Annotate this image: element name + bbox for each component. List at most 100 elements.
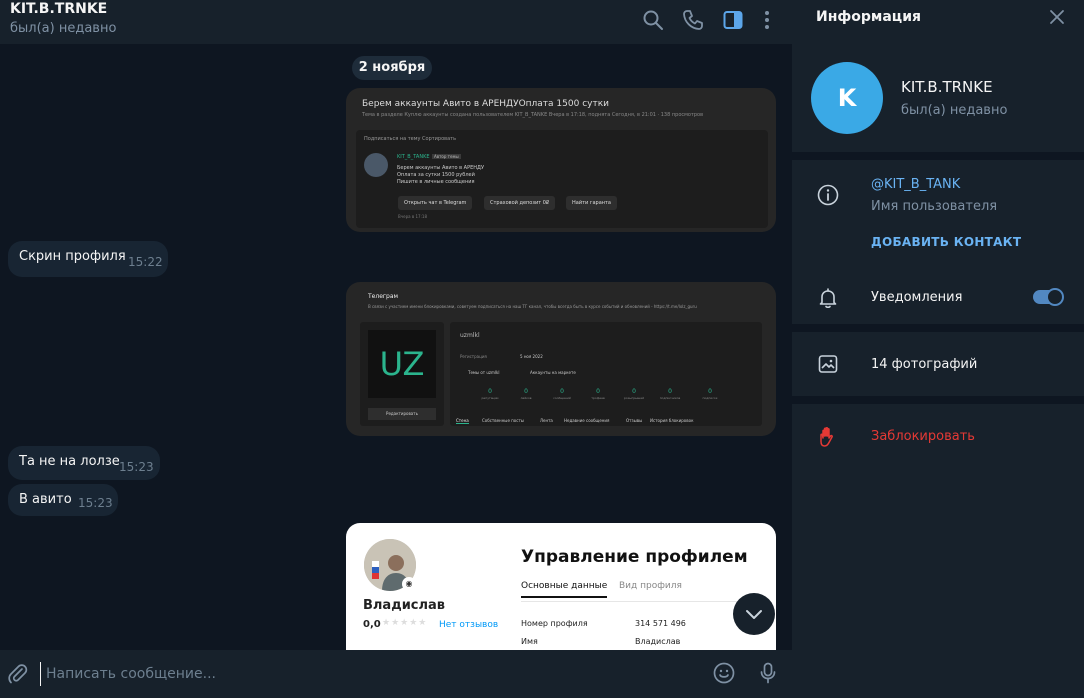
tg-label: Телеграм xyxy=(368,293,399,300)
profile-stat-value: 0 xyxy=(560,388,564,395)
username-link[interactable]: @KIT_B_TANK xyxy=(871,177,960,192)
profile-tab: Лента xyxy=(540,418,553,423)
profile-edit-button: Редактировать xyxy=(368,408,436,420)
sidebar-toggle-icon[interactable] xyxy=(721,8,745,32)
photo-message-profile[interactable]: Телеграм В связи с участием имени блокир… xyxy=(346,282,776,436)
forum-author-avatar xyxy=(364,153,388,177)
phone-icon[interactable] xyxy=(681,8,705,32)
chat-pane: KIT.B.TRNKE был(а) недавно 2 ноября Бере… xyxy=(0,0,792,698)
forum-post-title: Берем аккаунты Авито в АРЕНДУОплата 1500… xyxy=(362,99,609,109)
chat-title: KIT.B.TRNKE xyxy=(10,1,108,17)
contact-status: был(а) недавно xyxy=(901,103,1008,118)
avito-row-label: Имя xyxy=(521,637,538,646)
profile-stat-label: трофеев xyxy=(591,396,605,400)
forum-sort-bar: Подписаться на тему Сортировать xyxy=(364,136,457,142)
forum-author-badge: Автор темы xyxy=(432,154,461,159)
forum-author-name: KIT_B_TANKE xyxy=(397,154,430,160)
chat-status: был(а) недавно xyxy=(10,21,117,36)
avito-rating: 0,0 xyxy=(363,619,381,630)
message-time: 15:22 xyxy=(128,255,163,269)
profile-stat-value: 0 xyxy=(708,388,712,395)
forum-deposit-button: Страховой депозит 0₽ xyxy=(484,196,556,210)
profile-stat-value: 0 xyxy=(632,388,636,395)
hand-stop-icon xyxy=(816,425,840,449)
message-bubble[interactable]: В авито 15:23 xyxy=(8,484,118,516)
forum-post-meta: Тема в разделе Куплю аккаунты создана по… xyxy=(362,112,704,118)
profile-link-themes: Темы от uzmlkl xyxy=(468,370,500,375)
avito-tab-main: Основные данные xyxy=(521,581,608,598)
message-list[interactable]: 2 ноября Берем аккаунты Авито в АРЕНДУОп… xyxy=(0,44,792,650)
avito-row-value: 314 571 496 xyxy=(635,619,686,628)
avito-divider xyxy=(521,601,761,602)
profile-stat-label: подписок xyxy=(702,396,718,400)
date-separator: 2 ноября xyxy=(352,56,432,80)
composer xyxy=(0,650,792,698)
avatar[interactable]: K xyxy=(811,62,883,134)
section-divider xyxy=(792,396,1084,404)
chevron-down-icon xyxy=(746,610,762,619)
profile-stat-label: сообщений xyxy=(553,396,571,400)
contact-name: KIT.B.TRNKE xyxy=(901,78,993,96)
info-icon xyxy=(816,183,840,207)
message-input[interactable] xyxy=(40,662,680,686)
profile-stat-value: 0 xyxy=(596,388,600,395)
bell-icon xyxy=(816,286,840,310)
profile-details: uzmlkl Регистрация 5 ноя 2022 Темы от uz… xyxy=(450,322,762,426)
notifications-toggle[interactable] xyxy=(1033,288,1064,306)
photo-icon xyxy=(816,352,840,376)
profile-username: uzmlkl xyxy=(460,332,480,339)
message-text: Скрин профиля xyxy=(19,249,126,264)
message-text: В авито xyxy=(19,492,72,507)
block-button[interactable]: Заблокировать xyxy=(871,429,975,444)
more-vertical-icon[interactable] xyxy=(755,8,779,32)
profile-tab: Недавние сообщения xyxy=(564,418,610,423)
username-label: Имя пользователя xyxy=(871,199,998,214)
profile-avatar-box: UZ Редактировать xyxy=(360,322,444,426)
profile-stat-label: лайков xyxy=(520,396,532,400)
notifications-label: Уведомления xyxy=(871,290,963,305)
section-divider xyxy=(792,324,1084,332)
message-bubble[interactable]: Та не на лолзе 15:23 xyxy=(8,446,160,480)
info-panel: Информация K KIT.B.TRNKE был(а) недавно … xyxy=(792,0,1084,698)
camera-icon: ◉ xyxy=(402,577,416,591)
message-time: 15:23 xyxy=(78,496,113,510)
add-contact-button[interactable]: ДОБАВИТЬ КОНТАКТ xyxy=(871,235,1021,249)
microphone-icon[interactable] xyxy=(756,661,780,685)
profile-tab: История блокировок xyxy=(650,418,694,423)
message-bubble[interactable]: Скрин профиля 15:22 xyxy=(8,241,168,277)
profile-reg-value: 5 ноя 2022 xyxy=(520,354,543,359)
profile-tab: Собственные посты xyxy=(482,418,524,423)
photos-count[interactable]: 14 фотографий xyxy=(871,357,977,372)
avito-row-value: Владислав xyxy=(635,637,681,646)
profile-stat-label: розыгрышей xyxy=(623,396,645,400)
info-panel-title: Информация xyxy=(816,9,921,25)
tg-notice: В связи с участием имени блокировками, с… xyxy=(368,304,697,309)
profile-stat-value: 0 xyxy=(668,388,672,395)
search-icon[interactable] xyxy=(641,8,665,32)
profile-tab: Стена xyxy=(456,418,469,424)
profile-stat-label: подписчиков xyxy=(659,396,681,400)
forum-post-text: Берем аккаунты Авито в АРЕНДУ Оплата за … xyxy=(397,165,484,185)
profile-reg-label: Регистрация xyxy=(460,354,487,359)
avito-user-name: Владислав xyxy=(363,598,446,613)
close-icon[interactable] xyxy=(1046,6,1068,28)
photo-message-forum-post[interactable]: Берем аккаунты Авито в АРЕНДУОплата 1500… xyxy=(346,88,776,232)
paperclip-icon[interactable] xyxy=(6,662,30,686)
emoji-icon[interactable] xyxy=(712,661,736,685)
forum-telegram-button: Открыть чат в Telegram xyxy=(398,196,473,210)
photo-message-avito-profile[interactable]: ◉ Владислав 0,0 ★★★★★ Нет отзывов Управл… xyxy=(346,523,776,650)
forum-garant-button: Найти гаранта xyxy=(566,196,617,210)
profile-stat-label: репутации xyxy=(481,396,499,400)
profile-stat-value: 0 xyxy=(524,388,528,395)
chat-header[interactable]: KIT.B.TRNKE был(а) недавно xyxy=(0,0,792,44)
scroll-down-button[interactable] xyxy=(733,593,775,635)
message-text: Та не на лолзе xyxy=(19,454,120,469)
avito-reviews-link: Нет отзывов xyxy=(439,620,499,630)
profile-logo: UZ xyxy=(368,330,436,398)
forum-post-body: Подписаться на тему Сортировать KIT_B_TA… xyxy=(356,130,768,228)
avito-page-title: Управление профилем xyxy=(521,547,748,567)
section-divider xyxy=(792,152,1084,160)
profile-tab: Отзывы xyxy=(626,418,643,423)
message-time: 15:23 xyxy=(119,460,154,474)
profile-link-market: Аккаунты на маркете xyxy=(530,370,576,375)
